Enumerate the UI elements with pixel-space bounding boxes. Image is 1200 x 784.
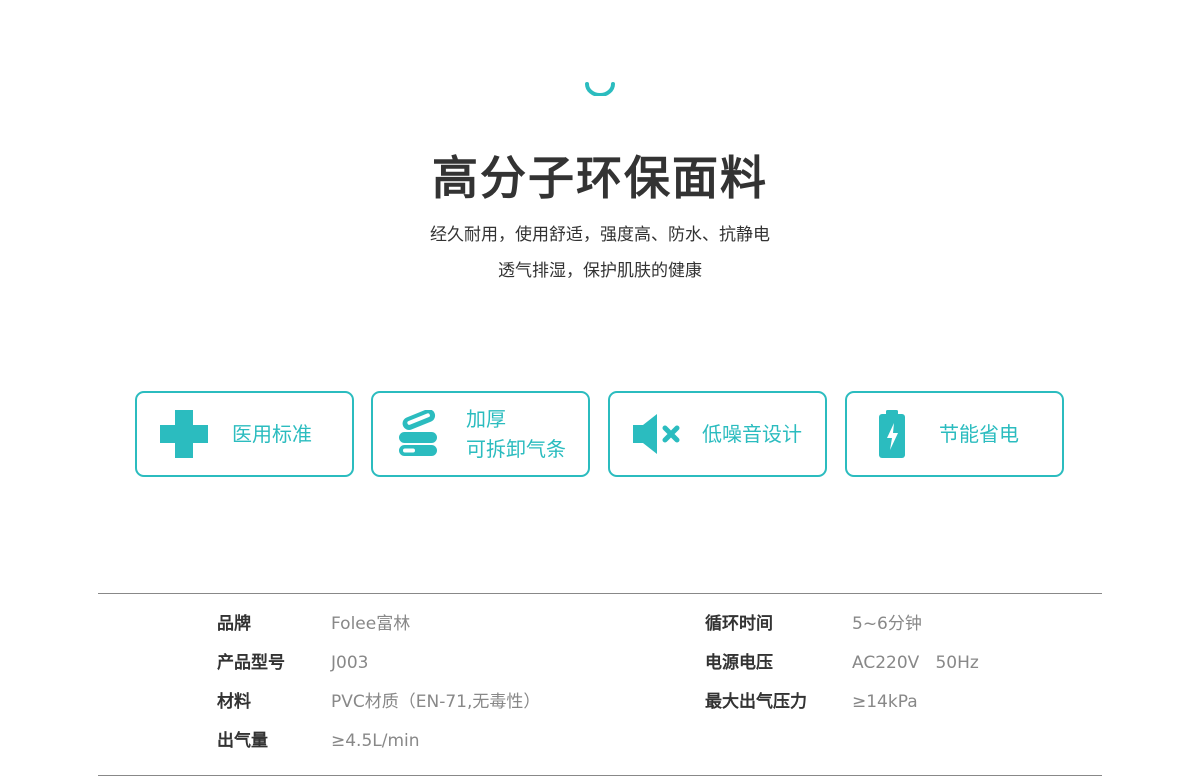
spec-key-air-output: 出气量 bbox=[217, 731, 268, 751]
spec-value-model: J003 bbox=[331, 653, 369, 673]
spec-key-model: 产品型号 bbox=[217, 653, 285, 673]
feature-label: 可拆卸气条 bbox=[466, 437, 566, 461]
feature-card-medical: 医用标准 bbox=[135, 391, 354, 477]
feature-label: 加厚 bbox=[466, 407, 506, 431]
section-subtitle-line2: 透气排湿，保护肌肤的健康 bbox=[498, 261, 702, 281]
feature-label: 医用标准 bbox=[232, 422, 312, 446]
section-subtitle-line1: 经久耐用，使用舒适，强度高、防水、抗静电 bbox=[430, 225, 770, 245]
spec-key-material: 材料 bbox=[217, 692, 251, 712]
feature-list: 医用标准 加厚 可拆卸气条 低噪音设计 节能省电 bbox=[135, 391, 1065, 477]
battery-charge-icon bbox=[875, 393, 909, 475]
speaker-mute-icon bbox=[630, 393, 682, 475]
product-detail-page: 高分子环保面料 经久耐用，使用舒适，强度高、防水、抗静电 透气排湿，保护肌肤的健… bbox=[0, 0, 1200, 784]
spec-table-top-divider bbox=[98, 593, 1102, 594]
spec-key-voltage: 电源电压 bbox=[705, 653, 773, 673]
spec-key-cycle-time: 循环时间 bbox=[705, 614, 773, 634]
spec-value-air-output: ≥4.5L/min bbox=[331, 731, 420, 751]
spec-table-bottom-divider bbox=[98, 775, 1102, 776]
feature-label: 低噪音设计 bbox=[702, 422, 802, 446]
feature-card-air-tubes: 加厚 可拆卸气条 bbox=[371, 391, 590, 477]
arc-decoration-icon bbox=[585, 82, 615, 96]
spec-value-cycle-time: 5~6分钟 bbox=[852, 614, 922, 634]
medical-cross-icon bbox=[159, 393, 209, 475]
spec-key-brand: 品牌 bbox=[217, 614, 251, 634]
spec-value-material: PVC材质（EN-71,无毒性） bbox=[331, 692, 541, 712]
air-tubes-icon bbox=[397, 393, 441, 475]
spec-value-voltage: AC220V 50Hz bbox=[852, 653, 979, 673]
feature-label: 节能省电 bbox=[939, 422, 1019, 446]
spec-value-brand: Folee富林 bbox=[331, 614, 411, 634]
spec-value-max-pressure: ≥14kPa bbox=[852, 692, 918, 712]
feature-card-low-noise: 低噪音设计 bbox=[608, 391, 827, 477]
feature-card-energy-saving: 节能省电 bbox=[845, 391, 1064, 477]
section-title: 高分子环保面料 bbox=[432, 151, 768, 205]
spec-key-max-pressure: 最大出气压力 bbox=[705, 692, 807, 712]
